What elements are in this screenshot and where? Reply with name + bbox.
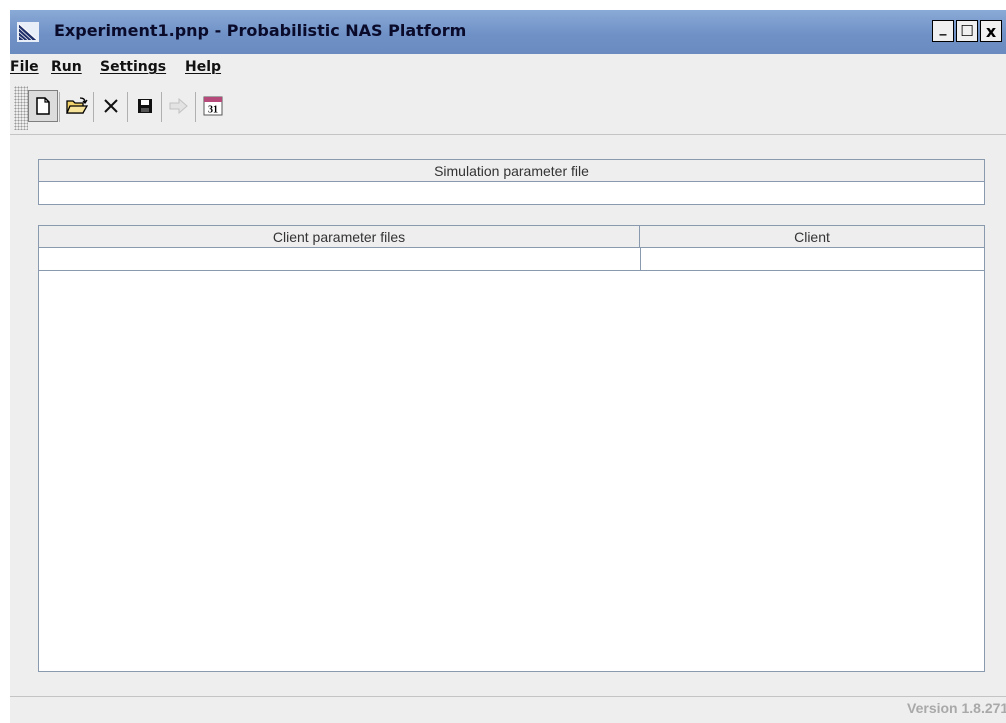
toolbar-separator [195,92,196,122]
toolbar-divider [10,134,1006,135]
app-logo-icon [17,22,39,42]
simulation-parameter-table: Simulation parameter file [38,159,985,205]
save-button[interactable] [130,90,160,122]
client-header[interactable]: Client [640,226,984,248]
client-cell[interactable] [641,248,984,270]
toolbar-separator [59,92,60,122]
toolbar-grip-handle[interactable] [14,86,28,130]
menu-settings[interactable]: Settings [100,59,166,75]
close-button[interactable]: x [980,20,1002,42]
open-folder-icon [66,97,88,114]
calendar-button[interactable]: 31 [198,90,228,122]
client-parameter-table: Client parameter files Client [38,225,985,672]
save-icon [138,99,152,113]
menu-bar: File Run Settings Help [10,54,1006,80]
new-file-icon [36,97,50,115]
toolbar: 31 [10,82,1006,134]
run-arrow-icon [169,98,188,114]
maximize-button[interactable]: ☐ [956,20,978,42]
run-button[interactable] [164,90,194,122]
delete-button[interactable] [96,90,126,122]
menu-file[interactable]: File [10,59,39,75]
toolbar-separator [93,92,94,122]
simulation-parameter-file-header[interactable]: Simulation parameter file [39,160,984,182]
calendar-day-label: 31 [208,105,218,116]
maximize-icon: ☐ [960,22,974,40]
title-bar[interactable]: Experiment1.pnp - Probabilistic NAS Plat… [10,10,1006,54]
menu-help[interactable]: Help [185,59,221,75]
calendar-icon: 31 [203,96,223,116]
client-parameter-file-cell[interactable] [39,248,640,270]
open-button[interactable] [62,90,92,122]
window-title: Experiment1.pnp - Probabilistic NAS Plat… [54,21,467,40]
application-window: Experiment1.pnp - Probabilistic NAS Plat… [10,10,1006,723]
menu-run[interactable]: Run [51,59,82,75]
close-icon: x [985,21,997,41]
client-parameter-files-header[interactable]: Client parameter files [39,226,640,248]
new-button[interactable] [28,90,58,122]
toolbar-separator [161,92,162,122]
toolbar-separator [127,92,128,122]
client-table-body[interactable] [39,271,984,671]
minimize-button[interactable]: _ [932,20,954,42]
simulation-parameter-row[interactable] [39,182,984,204]
status-bar-divider [10,696,1006,697]
minimize-icon: _ [939,20,947,36]
version-label: Version 1.8.2714 [907,700,1006,716]
delete-icon [104,99,118,113]
